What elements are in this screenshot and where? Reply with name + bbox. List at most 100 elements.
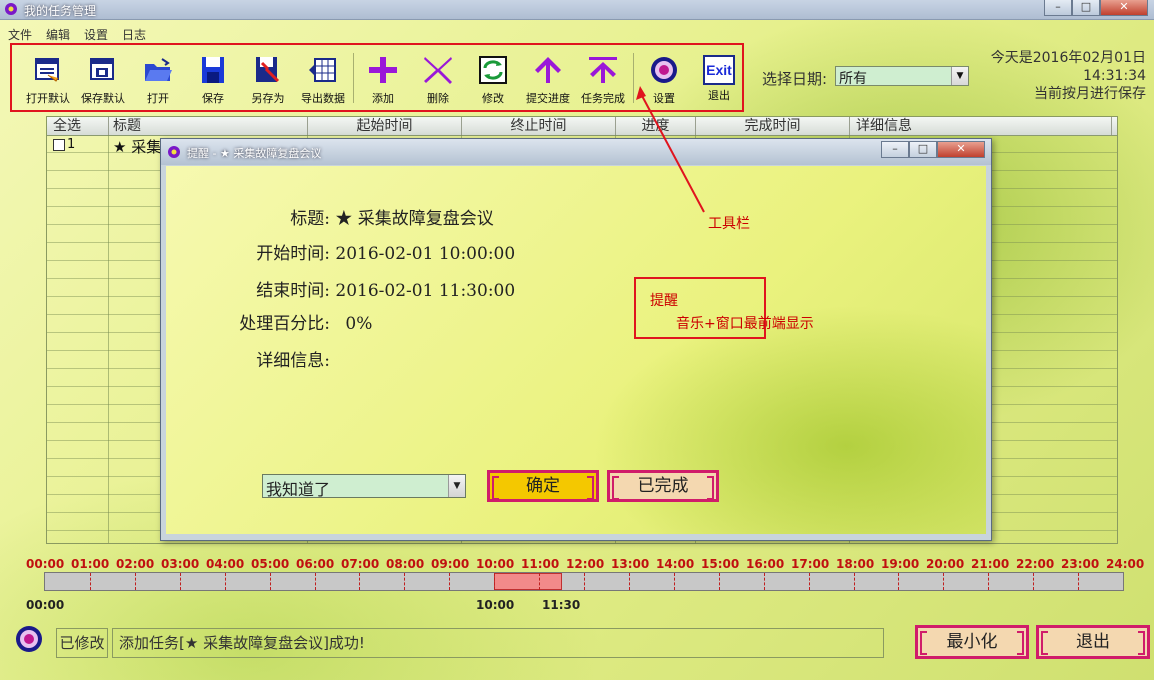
menu-bar: 文件 编辑 设置 日志 xyxy=(0,26,152,42)
date-filter-select[interactable]: 所有 ▼ xyxy=(835,66,969,87)
timeline-hour-label: 14:00 xyxy=(656,557,695,571)
field-percent: 处理百分比: 0% xyxy=(196,309,372,334)
toolbar-label: 设置 xyxy=(653,92,675,105)
toolbar-submit-progress-button[interactable]: 提交进度 xyxy=(520,55,576,106)
column-progress[interactable]: 进度 xyxy=(616,117,696,135)
timeline-hour-label: 23:00 xyxy=(1061,557,1100,571)
timeline-tick xyxy=(763,573,765,590)
timeline-hour-label: 19:00 xyxy=(881,557,920,571)
timeline-hour-label: 12:00 xyxy=(566,557,605,571)
exit-button[interactable]: 退出 xyxy=(1036,625,1150,659)
column-end-time[interactable]: 终止时间 xyxy=(462,117,616,135)
arrow-up-icon xyxy=(535,57,561,83)
timeline-tick xyxy=(898,573,900,590)
dialog-close-button[interactable]: ✕ xyxy=(937,141,985,158)
today-text: 今天是2016年02月01日 xyxy=(990,50,1146,66)
modified-indicator: 已修改 xyxy=(56,628,108,658)
field-label: 结束时间: xyxy=(256,281,330,301)
timeline-tick xyxy=(359,573,361,590)
timeline-tick xyxy=(179,573,181,590)
toolbar: 打开默认 保存默认 打开 保存 另存为 导出数据 添加 删除 修改 提交进度 任… xyxy=(10,43,744,112)
gear-icon xyxy=(651,57,677,83)
dismiss-select[interactable]: 我知道了 ▼ xyxy=(262,474,466,499)
timeline-tick xyxy=(134,573,136,590)
close-window-button[interactable]: ✕ xyxy=(1100,0,1148,16)
menu-log[interactable]: 日志 xyxy=(114,26,152,42)
field-start-time: 开始时间: 2016-02-01 10:00:00 xyxy=(196,239,515,264)
column-title[interactable]: 标题 xyxy=(109,117,308,135)
toolbar-delete-button[interactable]: 删除 xyxy=(410,55,466,106)
column-finish-time[interactable]: 完成时间 xyxy=(696,117,850,135)
timeline-hour-label: 21:00 xyxy=(971,557,1010,571)
field-label: 标题: xyxy=(290,209,330,229)
arrow-up-bar-icon xyxy=(589,57,617,83)
timeline-hour-label: 15:00 xyxy=(701,557,740,571)
save-mode-text: 当前按月进行保存 xyxy=(1034,86,1146,102)
toolbar-open-button[interactable]: 打开 xyxy=(130,55,186,106)
toolbar-save-as-button[interactable]: 另存为 xyxy=(240,55,296,106)
timeline-hours: 00:00 01:00 02:00 03:00 04:00 05:00 06:00 07:00… xyxy=(26,557,1146,571)
timeline-tick xyxy=(673,573,675,590)
field-end-time: 结束时间: 2016-02-01 11:30:00 xyxy=(196,276,515,301)
field-value: ★ 采集故障复盘会议 xyxy=(335,209,494,229)
mark-done-button[interactable]: 已完成 xyxy=(607,470,719,502)
toolbar-edit-button[interactable]: 修改 xyxy=(465,55,521,106)
toolbar-open-default-button[interactable]: 打开默认 xyxy=(20,55,76,106)
toolbar-settings-button[interactable]: 设置 xyxy=(636,55,692,106)
toolbar-exit-button[interactable]: Exit 退出 xyxy=(691,55,747,103)
ok-button[interactable]: 确定 xyxy=(487,470,599,502)
toolbar-export-button[interactable]: 导出数据 xyxy=(295,55,351,106)
menu-file[interactable]: 文件 xyxy=(0,26,38,42)
toolbar-add-button[interactable]: 添加 xyxy=(355,55,411,106)
toolbar-save-default-button[interactable]: 保存默认 xyxy=(75,55,131,106)
timeline-hour-label: 03:00 xyxy=(161,557,200,571)
field-details: 详细信息: xyxy=(196,346,330,371)
save-default-icon xyxy=(90,58,114,80)
maximize-window-button[interactable]: □ xyxy=(1072,0,1100,16)
window-title: 我的任务管理 xyxy=(24,4,97,18)
menu-settings[interactable]: 设置 xyxy=(76,26,114,42)
status-gear-icon xyxy=(16,626,42,652)
timeline-tick xyxy=(853,573,855,590)
timeline-tick xyxy=(628,573,630,590)
row-checkbox[interactable] xyxy=(53,139,65,151)
row-index: 1 xyxy=(67,137,76,152)
timeline-hour-label: 11:00 xyxy=(521,557,560,571)
toolbar-task-done-button[interactable]: 任务完成 xyxy=(575,55,631,106)
timeline-task-start-label: 10:00 xyxy=(476,598,515,612)
timeline-tick xyxy=(1078,573,1080,590)
timeline-bar[interactable] xyxy=(44,572,1124,591)
folder-open-icon xyxy=(145,58,172,81)
reminder-annotation-desc: 音乐+窗口最前端显示 xyxy=(676,316,814,332)
table-header: 全选 标题 起始时间 终止时间 进度 完成时间 详细信息 xyxy=(47,117,1117,136)
chevron-down-icon[interactable]: ▼ xyxy=(448,475,465,497)
timeline-hour-label: 10:00 xyxy=(476,557,515,571)
timeline-task-range[interactable] xyxy=(494,573,562,590)
timeline-tick xyxy=(494,573,496,590)
timeline-tick xyxy=(1033,573,1035,590)
column-details[interactable]: 详细信息 xyxy=(850,117,1112,135)
dialog-title: 提醒 - ★ 采集故障复盘会议 xyxy=(187,147,322,160)
timeline-hour-label: 02:00 xyxy=(116,557,155,571)
timeline-tick xyxy=(718,573,720,590)
minimize-button[interactable]: 最小化 xyxy=(915,625,1029,659)
column-select-all[interactable]: 全选 xyxy=(47,117,109,135)
dialog-minimize-button[interactable]: – xyxy=(881,141,909,158)
toolbar-label: 提交进度 xyxy=(526,92,570,105)
refresh-icon xyxy=(479,56,507,84)
timeline-tick xyxy=(943,573,945,590)
column-start-time[interactable]: 起始时间 xyxy=(308,117,462,135)
date-info: 今天是2016年02月01日 14:31:34 当前按月进行保存 xyxy=(991,49,1146,103)
reminder-annotation-title: 提醒 xyxy=(650,293,678,309)
toolbar-label: 退出 xyxy=(708,89,730,102)
timeline-tick xyxy=(584,573,585,590)
timeline-hour-label: 20:00 xyxy=(926,557,965,571)
menu-edit[interactable]: 编辑 xyxy=(38,26,76,42)
field-label: 开始时间: xyxy=(256,244,330,264)
minimize-window-button[interactable]: – xyxy=(1044,0,1072,16)
dialog-maximize-button[interactable]: □ xyxy=(909,141,937,158)
toolbar-label: 修改 xyxy=(482,92,504,105)
timeline-hour-label: 09:00 xyxy=(431,557,470,571)
chevron-down-icon[interactable]: ▼ xyxy=(951,67,968,85)
toolbar-save-button[interactable]: 保存 xyxy=(185,55,241,106)
